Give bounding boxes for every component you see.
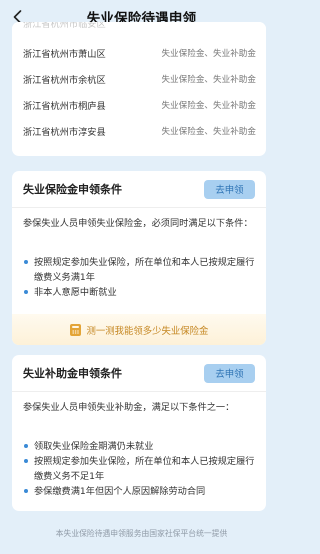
condition-item: 领取失业保险金期满仍未就业	[23, 439, 259, 454]
region-list-fade: 浙江省杭州市临安区	[12, 22, 266, 40]
unemployment-benefit-card: 失业保险金申领条件 去申领 参保失业人员申领失业保险金，必须同时满足以下条件： …	[12, 171, 266, 345]
apply-subsidy-button[interactable]: 去申领	[204, 363, 255, 383]
conditions-list: 领取失业保险金期满仍未就业 按照规定参加失业保险，所在单位和本人已按规定履行缴费…	[23, 439, 259, 499]
unemployment-subsidy-card: 失业补助金申领条件 去申领 参保失业人员申领失业补助金，满足以下条件之一： 领取…	[12, 355, 266, 511]
region-list-card: 浙江省杭州市临安区 浙江省杭州市萧山区 失业保险金、失业补助金 浙江省杭州市余杭…	[12, 22, 266, 156]
region-name: 浙江省杭州市余杭区	[23, 74, 106, 86]
conditions-list: 按照规定参加失业保险，所在单位和本人已按规定履行缴费义务满1年 非本人意愿中断就…	[23, 255, 259, 300]
region-row[interactable]: 浙江省杭州市桐庐县 失业保险金、失业补助金	[12, 92, 266, 117]
region-benefit-types: 失业保险金、失业补助金	[161, 100, 256, 111]
card-title: 失业补助金申领条件	[23, 367, 122, 380]
region-name: 浙江省杭州市淳安县	[23, 126, 106, 138]
region-benefit-types: 失业保险金、失业补助金	[161, 74, 256, 85]
conditions-intro: 参保失业人员申领失业补助金，满足以下条件之一：	[23, 402, 235, 413]
region-row[interactable]: 浙江省杭州市余杭区 失业保险金、失业补助金	[12, 66, 266, 91]
card-title: 失业保险金申领条件	[23, 183, 122, 196]
conditions-intro: 参保失业人员申领失业保险金，必须同时满足以下条件：	[23, 218, 253, 229]
condition-item: 按照规定参加失业保险，所在单位和本人已按规定履行缴费义务不足1年	[23, 454, 259, 484]
benefit-calculator-link[interactable]: 测一测我能领多少失业保险金	[12, 314, 266, 345]
region-row[interactable]: 浙江省杭州市淳安县 失业保险金、失业补助金	[12, 118, 266, 143]
calculator-link-label: 测一测我能领多少失业保险金	[86, 325, 209, 337]
region-benefit-types: 失业保险金、失业补助金	[161, 126, 256, 137]
condition-item: 非本人意愿中断就业	[23, 285, 259, 300]
region-benefit-types: 失业保险金、失业补助金	[161, 48, 256, 59]
apply-unemployment-button[interactable]: 去申领	[204, 179, 255, 199]
condition-item: 参保缴费满1年但因个人原因解除劳动合同	[23, 484, 259, 499]
card-header: 失业补助金申领条件 去申领	[12, 355, 266, 392]
card-header: 失业保险金申领条件 去申领	[12, 171, 266, 208]
region-name: 浙江省杭州市桐庐县	[23, 100, 106, 112]
region-row-partial: 浙江省杭州市临安区	[23, 22, 106, 30]
footer-note: 本失业保险待遇申领服务由国家社保平台统一提供	[55, 529, 228, 538]
calculator-icon	[69, 323, 81, 336]
region-row[interactable]: 浙江省杭州市萧山区 失业保险金、失业补助金	[12, 40, 266, 65]
condition-item: 按照规定参加失业保险，所在单位和本人已按规定履行缴费义务满1年	[23, 255, 259, 285]
region-name: 浙江省杭州市萧山区	[23, 48, 106, 60]
